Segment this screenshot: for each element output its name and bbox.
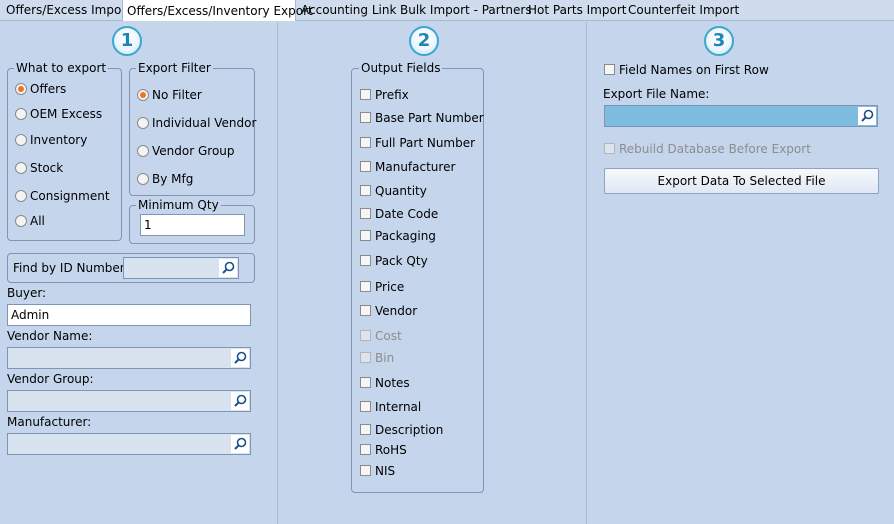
output-fields-group: Output Fields Prefix Base Part Number Fu…	[351, 61, 484, 493]
radio-offers-indicator[interactable]	[15, 83, 27, 95]
manufacturer-input[interactable]	[7, 433, 251, 455]
manufacturer-search-icon[interactable]	[231, 435, 249, 453]
tab-offers-excess-import[interactable]: Offers/Excess Import	[2, 0, 131, 21]
checkbox-price-box[interactable]	[360, 281, 371, 292]
tab-hot-parts-import[interactable]: Hot Parts Import	[524, 0, 626, 21]
checkbox-description-box[interactable]	[360, 424, 371, 435]
checkbox-quantity-box[interactable]	[360, 185, 371, 196]
checkbox-vendor-box[interactable]	[360, 305, 371, 316]
checkbox-date-code-box[interactable]	[360, 208, 371, 219]
checkbox-rohs-box[interactable]	[360, 444, 371, 455]
column-divider-2	[586, 22, 587, 524]
radio-by-mfg-indicator[interactable]	[137, 173, 149, 185]
checkbox-nis-box[interactable]	[360, 465, 371, 476]
radio-stock-indicator[interactable]	[15, 162, 27, 174]
step-2-badge: 2	[409, 26, 439, 56]
radio-all-indicator[interactable]	[15, 215, 27, 227]
buyer-label: Buyer:	[7, 286, 47, 300]
what-to-export-group: What to export Offers OEM Excess Invento…	[7, 61, 122, 241]
find-by-id-input[interactable]	[123, 257, 239, 279]
checkbox-internal-box[interactable]	[360, 401, 371, 412]
find-by-id-search-icon[interactable]	[219, 259, 237, 277]
export-file-name-input[interactable]	[604, 105, 878, 127]
checkbox-notes-box[interactable]	[360, 377, 371, 388]
radio-no-filter-indicator[interactable]	[137, 89, 149, 101]
what-to-export-title: What to export	[14, 61, 109, 75]
step-3-badge: 3	[704, 26, 734, 56]
checkbox-full-part-number-box[interactable]	[360, 137, 371, 148]
column-divider-1	[277, 22, 278, 524]
radio-consignment-indicator[interactable]	[15, 190, 27, 202]
checkbox-rebuild-database-box	[604, 143, 615, 154]
checkbox-base-part-number-box[interactable]	[360, 112, 371, 123]
export-file-name-label: Export File Name:	[603, 87, 710, 101]
tab-bulk-import-partners[interactable]: Bulk Import - Partners	[396, 0, 532, 21]
output-fields-title: Output Fields	[359, 61, 443, 75]
radio-inventory-indicator[interactable]	[15, 134, 27, 146]
radio-oem-excess-indicator[interactable]	[15, 108, 27, 120]
checkbox-pack-qty-box[interactable]	[360, 255, 371, 266]
checkbox-bin-box	[360, 352, 371, 363]
vendor-group-input[interactable]	[7, 390, 251, 412]
vendor-name-label: Vendor Name:	[7, 329, 93, 343]
export-filter-group: Export Filter No Filter Individual Vendo…	[129, 61, 256, 196]
tab-bar: Offers/Excess Import Offers/Excess/Inven…	[0, 0, 894, 21]
export-file-browse-icon[interactable]	[858, 107, 876, 125]
tab-offers-excess-inventory-export[interactable]: Offers/Excess/Inventory Export	[122, 0, 313, 21]
checkbox-field-names-first-row-box[interactable]	[604, 64, 615, 75]
minimum-qty-group: Minimum Qty 1	[129, 198, 255, 244]
buyer-input[interactable]: Admin	[7, 304, 251, 326]
vendor-group-search-icon[interactable]	[231, 392, 249, 410]
minimum-qty-title: Minimum Qty	[136, 198, 221, 212]
step-1-badge: 1	[112, 26, 142, 56]
vendor-name-input[interactable]	[7, 347, 251, 369]
checkbox-packaging-box[interactable]	[360, 230, 371, 241]
radio-individual-vendor-indicator[interactable]	[137, 117, 149, 129]
checkbox-prefix-box[interactable]	[360, 89, 371, 100]
tab-counterfeit-import[interactable]: Counterfeit Import	[624, 0, 739, 21]
manufacturer-label: Manufacturer:	[7, 415, 92, 429]
vendor-name-search-icon[interactable]	[231, 349, 249, 367]
vendor-group-label: Vendor Group:	[7, 372, 94, 386]
checkbox-cost-box	[360, 330, 371, 341]
export-filter-title: Export Filter	[136, 61, 213, 75]
export-data-button[interactable]: Export Data To Selected File	[604, 168, 879, 194]
radio-vendor-group-indicator[interactable]	[137, 145, 149, 157]
checkbox-manufacturer-box[interactable]	[360, 161, 371, 172]
minimum-qty-input[interactable]: 1	[140, 214, 245, 236]
find-by-id-label: Find by ID Number:	[13, 261, 129, 275]
tab-accounting-link[interactable]: Accounting Link	[297, 0, 396, 21]
find-by-id-group: Find by ID Number:	[7, 253, 255, 283]
